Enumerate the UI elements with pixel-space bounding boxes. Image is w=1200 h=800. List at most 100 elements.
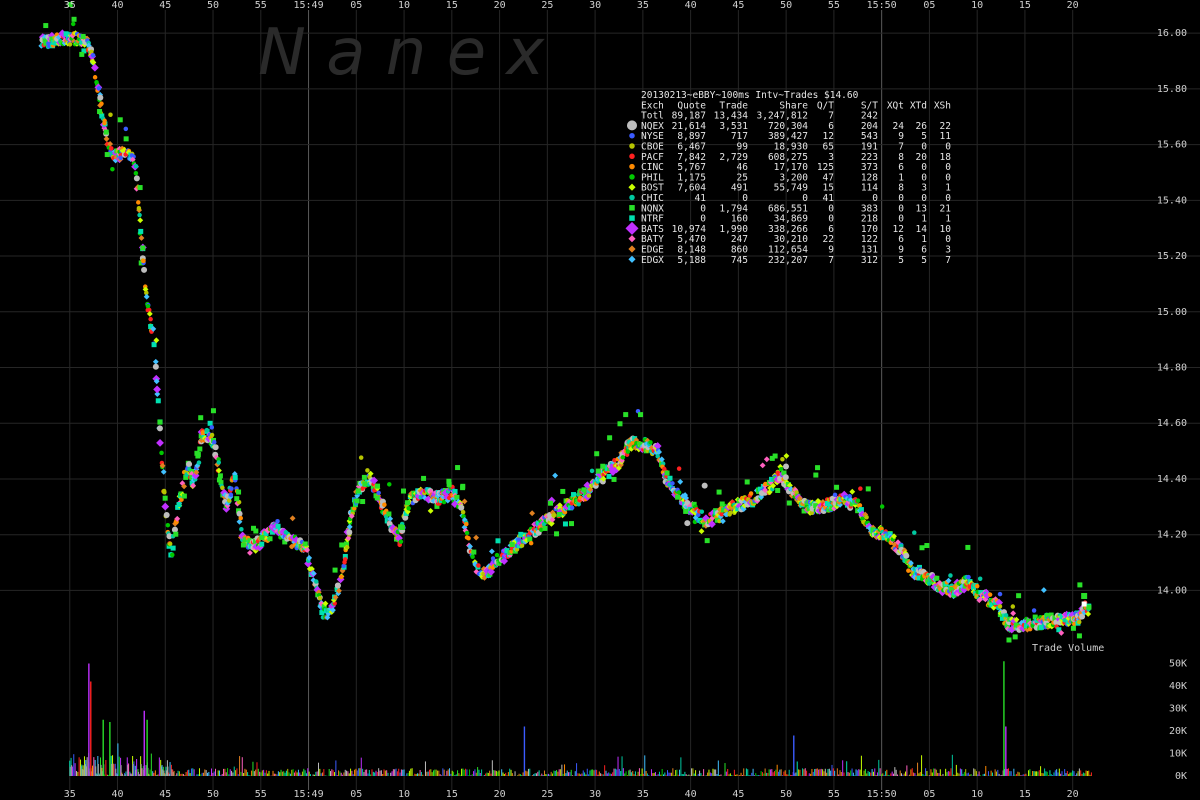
volume-tick-label: 50K: [1169, 659, 1187, 670]
trade-point: [102, 120, 107, 126]
x-tick-label-top: 40: [685, 0, 697, 11]
trade-point: [1086, 604, 1092, 610]
trade-point: [162, 489, 167, 495]
trade-point: [744, 479, 750, 485]
trade-point: [70, 21, 76, 27]
x-tick-label-bottom: 45: [732, 789, 744, 800]
table-cell-st: 312: [861, 255, 878, 266]
trade-point: [1081, 601, 1087, 607]
trade-point: [629, 174, 635, 180]
trade-point: [1076, 619, 1082, 625]
chart-background: [0, 0, 1200, 800]
trade-point: [684, 520, 691, 527]
x-tick-label-top: 05: [923, 0, 935, 11]
trade-point: [906, 568, 911, 573]
trade-point: [239, 527, 244, 532]
trade-point: [864, 515, 869, 520]
y-tick-label: 14.00: [1157, 585, 1187, 596]
x-tick-label-top: 40: [111, 0, 123, 11]
table-cell-qt: 7: [828, 255, 834, 266]
x-tick-label-bottom: 15: [446, 789, 458, 800]
volume-tick-label: 30K: [1169, 704, 1187, 715]
trade-point: [675, 494, 681, 500]
trade-point: [197, 446, 203, 452]
trade-point: [466, 536, 471, 541]
table-cell-share: 232,207: [768, 255, 808, 266]
trade-point: [374, 495, 380, 501]
trade-point: [527, 536, 533, 542]
x-tick-label-bottom: 45: [159, 789, 171, 800]
x-tick-label-bottom: 30: [589, 789, 601, 800]
trade-point: [627, 120, 637, 131]
trade-point: [857, 503, 863, 508]
watermark: N a n e x: [258, 16, 545, 90]
trade-point: [560, 488, 566, 494]
x-tick-label-bottom: 15:49: [293, 789, 323, 800]
trade-point: [186, 461, 193, 468]
trade-point: [1081, 592, 1088, 599]
trade-point: [589, 468, 595, 474]
y-tick-label: 14.60: [1157, 418, 1187, 429]
trade-point: [176, 502, 182, 508]
trade-point: [159, 450, 164, 456]
trade-point: [137, 185, 143, 191]
x-tick-label-bottom: 35: [64, 789, 76, 800]
trade-point: [458, 504, 465, 511]
trade-point: [568, 521, 574, 527]
trade-point: [339, 574, 344, 580]
trade-point: [133, 175, 140, 182]
trade-point: [858, 507, 864, 513]
trade-point: [769, 455, 775, 461]
trade-point: [495, 538, 501, 544]
trade-point: [676, 466, 682, 471]
trade-point: [99, 101, 104, 106]
trade-point: [997, 591, 1003, 597]
y-tick-label: 15.80: [1157, 84, 1187, 95]
trade-point: [1070, 625, 1076, 631]
trade-point: [117, 117, 123, 123]
trade-point: [966, 574, 971, 580]
table-cell-xtd: 5: [921, 255, 927, 266]
x-tick-label-bottom: 55: [255, 789, 267, 800]
trade-point: [136, 205, 142, 211]
trade-point: [207, 420, 213, 426]
x-tick-label-bottom: 50: [780, 789, 792, 800]
trade-point: [924, 543, 930, 549]
trade-point: [629, 215, 635, 221]
trade-point: [361, 474, 367, 480]
x-tick-label-top: 10: [398, 0, 410, 11]
y-tick-label: 15.20: [1157, 251, 1187, 262]
trade-point: [716, 489, 722, 495]
trade-point: [858, 486, 863, 491]
trade-point: [259, 534, 265, 540]
trade-point: [727, 510, 733, 515]
trade-point: [629, 194, 635, 201]
x-tick-label-bottom: 15: [1019, 789, 1031, 800]
trade-point: [238, 515, 243, 521]
trade-point: [341, 563, 346, 569]
x-tick-label-top: 50: [780, 0, 792, 11]
trade-point: [234, 496, 240, 502]
trade-point: [594, 451, 600, 457]
trade-point: [275, 523, 281, 529]
x-tick-label-bottom: 25: [541, 789, 553, 800]
trade-point: [346, 529, 353, 536]
trade-point: [109, 146, 114, 151]
trade-point: [664, 470, 670, 476]
trade-point: [562, 521, 568, 527]
trade-point: [617, 421, 623, 427]
trade-point: [569, 505, 575, 511]
trade-point: [623, 412, 629, 418]
trade-point: [362, 481, 368, 487]
trade-point: [136, 200, 141, 205]
trade-point: [934, 575, 940, 581]
trade-point: [167, 541, 173, 547]
x-tick-label-top: 10: [971, 0, 983, 11]
trade-point: [152, 363, 159, 370]
trade-point: [97, 94, 104, 101]
trade-point: [156, 425, 163, 432]
trade-point: [398, 524, 404, 530]
trade-point: [157, 419, 163, 425]
trade-point: [253, 528, 259, 534]
trade-point: [1031, 608, 1037, 613]
